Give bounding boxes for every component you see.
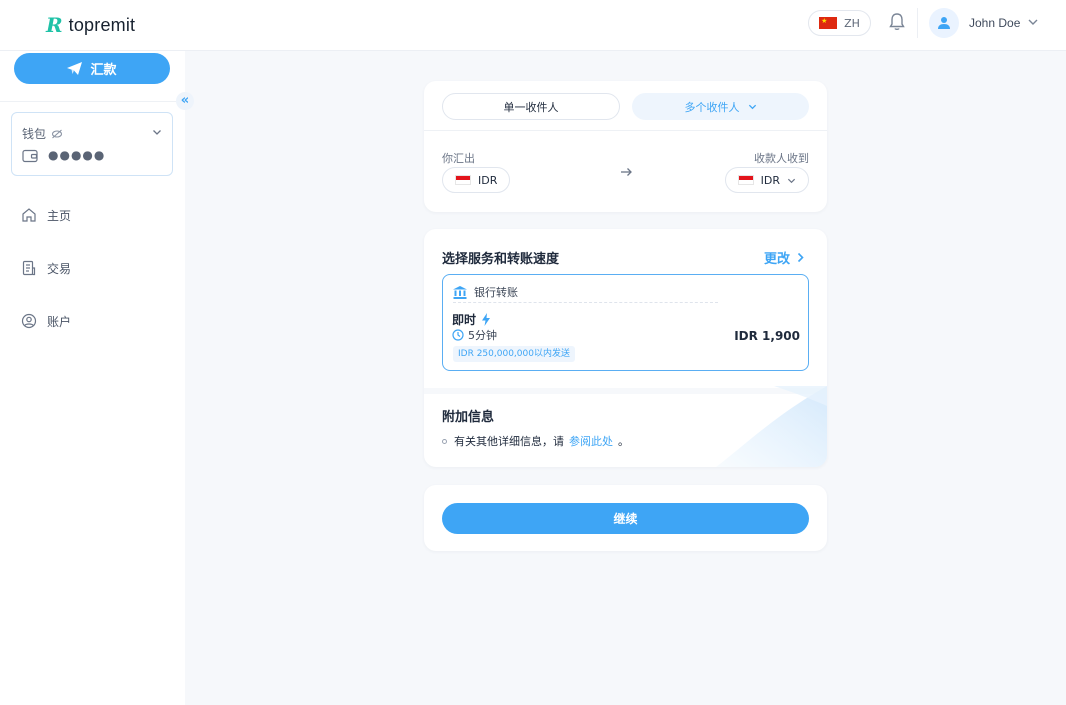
sidebar-divider [0, 101, 185, 102]
limit-badge: IDR 250,000,000以内发送 [453, 346, 575, 362]
chevron-down-icon [748, 104, 756, 110]
sidebar-item-transactions[interactable]: 交易 [21, 258, 71, 278]
user-circle-icon [21, 313, 37, 329]
remit-button[interactable]: 汇款 [14, 53, 170, 84]
lightning-icon [482, 313, 491, 326]
user-name[interactable]: John Doe [969, 16, 1020, 30]
recipient-currency-card: 单一收件人 多个收件人 你汇出 收款人收到 IDR IDR [424, 81, 827, 212]
additional-info-line: 有关其他详细信息，请 参阅此处。 [442, 433, 629, 449]
wallet-label-row: 钱包 [22, 125, 63, 142]
eta-row: 5分钟 [452, 327, 497, 343]
see-here-link[interactable]: 参阅此处 [569, 433, 613, 449]
eye-off-icon[interactable] [51, 129, 63, 139]
logo-text: topremit [68, 15, 136, 35]
send-currency-selector[interactable]: IDR [442, 167, 511, 193]
user-icon [938, 17, 950, 29]
home-icon [22, 208, 36, 222]
bank-transfer-row: 银行转账 [453, 284, 518, 300]
decorative-wave [716, 386, 827, 467]
service-title: 选择服务和转账速度 [442, 252, 560, 267]
eta-label: 5分钟 [468, 329, 497, 342]
arrow-right-icon [621, 168, 632, 176]
change-service-button[interactable]: 更改 [764, 248, 805, 267]
continue-button[interactable]: 继续 [442, 503, 809, 534]
tab-single-recipient[interactable]: 单一收件人 [442, 93, 620, 120]
sidebar-item-label: 主页 [47, 208, 72, 223]
sidebar-item-home[interactable]: 主页 [21, 205, 71, 225]
china-flag-icon [819, 17, 838, 29]
bank-icon [453, 285, 467, 299]
dashed-divider [453, 302, 718, 303]
change-label: 更改 [763, 252, 790, 267]
receive-amount-label: 收款人收到 [754, 152, 809, 165]
paper-plane-icon [67, 62, 83, 75]
clock-icon [452, 329, 464, 341]
continue-card: 继续 [424, 485, 827, 551]
bell-icon[interactable] [888, 12, 906, 32]
tab-label: 单一收件人 [503, 100, 559, 114]
wallet-icon [22, 149, 38, 163]
service-fee: IDR 1,900 [734, 329, 800, 343]
bullet-icon [442, 438, 447, 444]
header-divider [917, 8, 918, 38]
receive-currency: IDR [760, 173, 780, 187]
collapse-sidebar-icon[interactable]: « [176, 92, 194, 110]
sidebar-item-label: 交易 [47, 261, 72, 276]
send-currency: IDR [478, 173, 498, 187]
sidebar-item-label: 账户 [47, 314, 72, 329]
sidebar-item-account[interactable]: 账户 [21, 311, 71, 331]
transfer-method: 银行转账 [474, 286, 518, 299]
send-amount-label: 你汇出 [442, 152, 475, 165]
additional-info-title: 附加信息 [442, 410, 495, 425]
remit-button-label: 汇款 [90, 63, 117, 78]
chevron-down-icon[interactable] [1027, 16, 1039, 28]
language-code: ZH [844, 16, 860, 30]
avatar[interactable] [929, 8, 959, 38]
wallet-label: 钱包 [22, 127, 47, 141]
service-card: 选择服务和转账速度 更改 银行转账 即时 5分钟 IDR 250,000,000… [424, 229, 827, 467]
wallet-card[interactable]: 钱包 ●●●●● [11, 112, 173, 176]
tab-label: 多个收件人 [684, 100, 740, 114]
wallet-balance-masked: ●●●●● [48, 148, 106, 162]
speed-row: 即时 [452, 311, 491, 328]
chevron-down-icon [787, 178, 796, 183]
chevron-right-icon [797, 252, 804, 263]
sidebar: 汇款 « 钱包 ●●●●● 主页 交易 账户 [0, 51, 194, 705]
indonesia-flag-icon [455, 175, 471, 185]
document-icon [22, 260, 36, 276]
chevron-down-icon[interactable] [152, 127, 162, 137]
logo-mark: R [46, 13, 63, 37]
tab-multiple-recipients[interactable]: 多个收件人 [632, 93, 809, 120]
top-header: R topremit ZH John Doe [0, 0, 1066, 51]
recipient-tabs: 单一收件人 多个收件人 [424, 81, 827, 131]
additional-info-text: 有关其他详细信息，请 [454, 435, 564, 448]
selected-service-option[interactable]: 银行转账 即时 5分钟 IDR 250,000,000以内发送 IDR 1,90… [442, 274, 809, 371]
indonesia-flag-icon [737, 175, 754, 185]
receive-currency-selector[interactable]: IDR [724, 167, 809, 193]
speed-label: 即时 [452, 313, 477, 327]
additional-info-suffix: 。 [618, 435, 629, 448]
logo[interactable]: R topremit [46, 14, 135, 36]
language-selector[interactable]: ZH [808, 10, 871, 36]
